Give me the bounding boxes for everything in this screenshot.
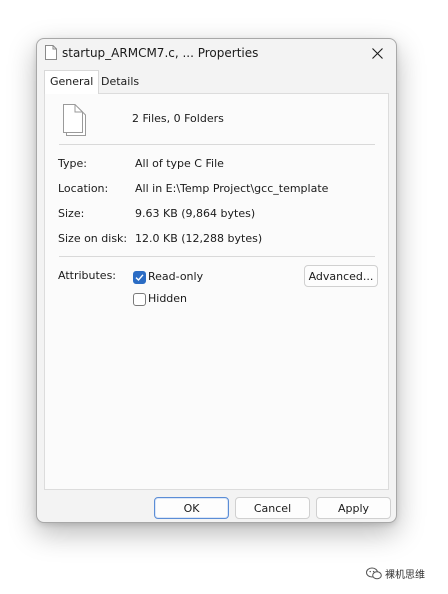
type-value: All of type C File [135, 157, 224, 170]
close-button[interactable] [360, 39, 394, 67]
file-icon [63, 104, 86, 136]
hidden-checkbox[interactable] [133, 293, 146, 306]
watermark-text: 裸机思维 [385, 570, 425, 581]
hidden-label[interactable]: Hidden [148, 292, 187, 305]
readonly-label[interactable]: Read-only [148, 270, 203, 283]
window-title: startup_ARMCM7.c, ... Properties [62, 46, 259, 60]
close-icon [371, 47, 383, 59]
advanced-button[interactable]: Advanced... [304, 265, 378, 287]
separator [59, 144, 375, 145]
wechat-icon [366, 567, 382, 580]
watermark: 裸机思维 [366, 566, 425, 581]
size-label: Size: [58, 207, 85, 220]
separator [59, 256, 375, 257]
selection-summary: 2 Files, 0 Folders [132, 112, 224, 125]
tab-details[interactable]: Details [96, 71, 144, 93]
location-label: Location: [58, 182, 109, 195]
general-panel: 2 Files, 0 Folders Type: All of type C F… [44, 93, 389, 490]
file-icon [45, 45, 57, 60]
size-on-disk-label: Size on disk: [58, 232, 128, 245]
checkmark-icon [135, 274, 144, 282]
cancel-button[interactable]: Cancel [235, 497, 310, 519]
attributes-label: Attributes: [58, 269, 117, 282]
type-label: Type: [58, 157, 87, 170]
title-bar: startup_ARMCM7.c, ... Properties [37, 39, 396, 67]
location-value: All in E:\Temp Project\gcc_template [135, 182, 329, 195]
readonly-checkbox[interactable] [133, 271, 146, 284]
properties-dialog: startup_ARMCM7.c, ... Properties General… [36, 38, 397, 523]
tab-general[interactable]: General [44, 70, 100, 94]
ok-button[interactable]: OK [154, 497, 229, 519]
size-on-disk-value: 12.0 KB (12,288 bytes) [135, 232, 263, 245]
size-value: 9.63 KB (9,864 bytes) [135, 207, 256, 220]
apply-button[interactable]: Apply [316, 497, 391, 519]
